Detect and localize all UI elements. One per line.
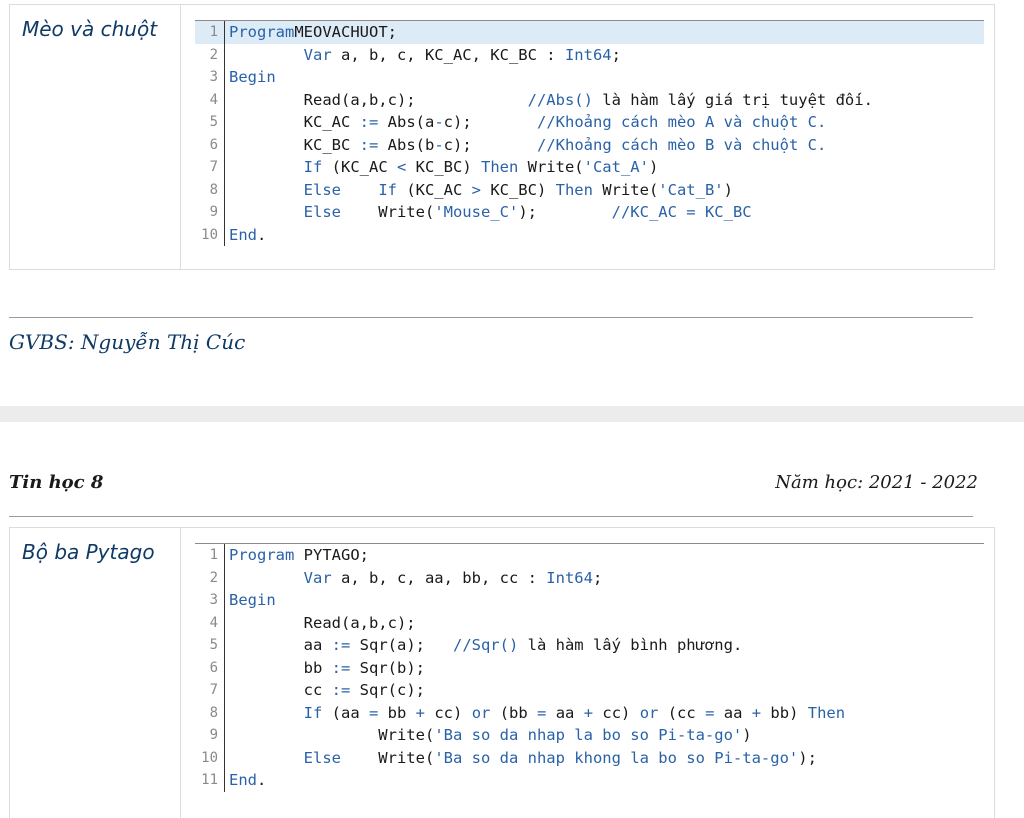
code-line: 8 If (aa = bb + cc) or (bb = aa + cc) or… [195, 701, 984, 724]
code-text: Else If (KC_AC > KC_BC) Then Write('Cat_… [229, 180, 733, 199]
section-label: Bộ ba Pytago [22, 540, 155, 564]
line-number: 4 [209, 91, 218, 108]
code-text: aa := Sqr(a); //Sqr() là hàm lấy bình ph… [229, 636, 743, 654]
code-panel-bo-ba-pytago: Bộ ba Pytago 1 Program PYTAGO; 2 Var a, b,… [9, 527, 995, 818]
code-line: 6 bb := Sqr(b); [195, 656, 984, 679]
line-number: 5 [209, 114, 218, 130]
line-number: 6 [209, 659, 218, 676]
code-text: End. [229, 771, 267, 789]
code-line: 6 KC_BC := Abs(b-c); //Khoảng cách mèo B… [195, 133, 984, 156]
code-line: 10 End. [195, 223, 984, 246]
code-text: KC_BC := Abs(b-c); //Khoảng cách mèo B v… [229, 135, 827, 154]
code-text: Begin [229, 68, 276, 86]
footer-rule [9, 317, 973, 318]
code-line: 4 Read(a,b,c); //Abs() là hàm lấy giá tr… [195, 88, 984, 111]
gutter-line [224, 634, 225, 657]
code-line: 7 cc := Sqr(c); [195, 679, 984, 702]
line-number: 8 [209, 181, 218, 198]
gutter-line [224, 544, 225, 567]
gutter-line [224, 701, 225, 724]
gutter-line [224, 133, 225, 156]
code-text: Read(a,b,c); //Abs() là hàm lấy giá trị … [229, 90, 873, 109]
line-number: 7 [209, 159, 218, 175]
gutter-line [224, 724, 225, 747]
code-text: Var a, b, c, aa, bb, cc : Int64; [303, 568, 603, 587]
gutter-line [224, 178, 225, 201]
column-divider [180, 528, 181, 818]
line-number: 5 [209, 637, 218, 653]
line-number: 8 [209, 704, 218, 721]
gutter-line [224, 746, 225, 769]
line-number: 1 [209, 24, 218, 40]
code-line: 5 KC_AC := Abs(a-c); //Khoảng cách mèo A… [195, 111, 984, 134]
line-number: 4 [209, 614, 218, 631]
gutter-line [224, 656, 225, 679]
code-text: ProgramMEOVACHUOT; [229, 23, 397, 41]
gutter-line [224, 66, 225, 89]
code-line: 8 Else If (KC_AC > KC_BC) Then Write('Ca… [195, 178, 984, 201]
gutter-line [224, 769, 225, 792]
line-number: 9 [209, 727, 218, 743]
line-number: 10 [201, 749, 218, 766]
code-text: bb := Sqr(b); [229, 658, 425, 677]
code-line: 3 Begin [195, 589, 984, 612]
line-number: 6 [209, 136, 218, 153]
gutter-line [224, 679, 225, 702]
code-text: If (KC_AC < KC_BC) Then Write('Cat_A') [229, 158, 659, 176]
code-text: Write('Ba so da nhap la bo so Pi-ta-go') [229, 726, 752, 744]
code-text: Program PYTAGO; [229, 546, 369, 564]
line-number: 2 [209, 569, 218, 586]
code-line: 3 Begin [195, 66, 984, 89]
gutter-line [224, 88, 225, 111]
code-line: 5 aa := Sqr(a); //Sqr() là hàm lấy bình … [195, 634, 984, 657]
code-panel-meo-va-chuot: Mèo và chuột 1 ProgramMEOVACHUOT; 2 Var a,… [9, 4, 995, 270]
line-number: 3 [209, 69, 218, 85]
header-rule [9, 516, 973, 517]
code-line: 2 Var a, b, c, aa, bb, cc : Int64; [195, 566, 984, 589]
code-text: cc := Sqr(c); [229, 681, 425, 699]
code-line: 7 If (KC_AC < KC_BC) Then Write('Cat_A') [195, 156, 984, 179]
code-line: 2 Var a, b, c, KC_AC, KC_BC : Int64; [195, 43, 984, 66]
author-footer: GVBS: Nguyễn Thị Cúc [9, 330, 246, 354]
gutter-line [224, 201, 225, 224]
code-text: Read(a,b,c); [229, 613, 416, 632]
code-text: If (aa = bb + cc) or (bb = aa + cc) or (… [229, 703, 846, 722]
gutter-line [224, 43, 225, 66]
line-number: 2 [209, 46, 218, 63]
header-subject: Tin học 8 [9, 472, 104, 493]
code-line: 1 ProgramMEOVACHUOT; [195, 21, 984, 44]
code-line: 11 End. [195, 769, 984, 792]
code-text: Else Write('Mouse_C'); //KC_AC = KC_BC [229, 203, 752, 221]
code-line: 4 Read(a,b,c); [195, 611, 984, 634]
code-line: 9 Write('Ba so da nhap la bo so Pi-ta-go… [195, 724, 984, 747]
gutter-line [224, 566, 225, 589]
line-number: 1 [209, 547, 218, 563]
header-school-year: Năm học: 2021 - 2022 [775, 472, 978, 493]
line-number: 10 [201, 226, 218, 243]
gutter-line [224, 21, 225, 44]
code-line: 10 Else Write('Ba so da nhap khong la bo… [195, 746, 984, 769]
column-divider [180, 5, 181, 269]
gutter-line [224, 611, 225, 634]
code-text: KC_AC := Abs(a-c); //Khoảng cách mèo A v… [229, 113, 827, 131]
code-line: 9 Else Write('Mouse_C'); //KC_AC = KC_BC [195, 201, 984, 224]
gutter-line [224, 223, 225, 246]
line-number: 3 [209, 592, 218, 608]
code-text: End. [229, 225, 267, 244]
code-listing: 1 ProgramMEOVACHUOT; 2 Var a, b, c, KC_AC,… [195, 20, 984, 246]
line-number: 11 [201, 772, 218, 788]
code-line: 1 Program PYTAGO; [195, 544, 984, 567]
code-text: Begin [229, 591, 276, 609]
line-number: 9 [209, 204, 218, 220]
page-break [0, 406, 1024, 422]
gutter-line [224, 589, 225, 612]
section-label: Mèo và chuột [22, 17, 158, 41]
gutter-line [224, 156, 225, 179]
gutter-line [224, 111, 225, 134]
code-listing: 1 Program PYTAGO; 2 Var a, b, c, aa, bb, c… [195, 543, 984, 792]
code-text: Else Write('Ba so da nhap khong la bo so… [229, 748, 817, 767]
code-text: Var a, b, c, KC_AC, KC_BC : Int64; [303, 45, 621, 64]
line-number: 7 [209, 682, 218, 698]
